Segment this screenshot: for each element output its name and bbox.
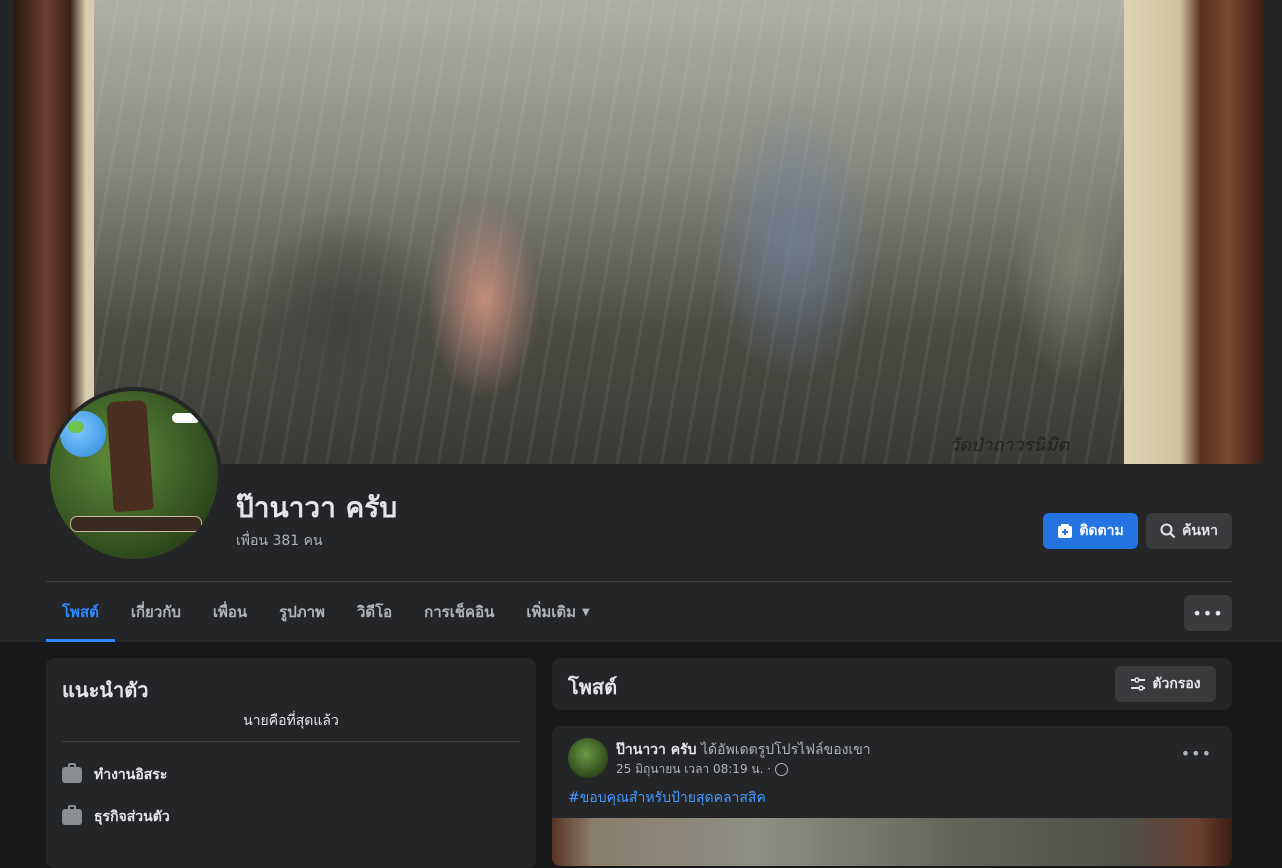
post-meta: 25 มิถุนายน เวลา 08:19 น. · <box>616 760 789 779</box>
intro-divider <box>62 741 520 742</box>
intro-card: แนะนำตัว นายคือที่สุดแล้ว ทำงานอิสระ ธุร… <box>46 658 536 868</box>
tab-checkins[interactable]: การเช็คอิน <box>408 582 510 642</box>
tab-videos[interactable]: วิดีโอ <box>341 582 408 642</box>
globe-icon <box>775 763 789 776</box>
tab-photos-label: รูปภาพ <box>279 603 325 621</box>
post-action-text: ได้อัพเดตรูปโปรไฟล์ของเขา <box>701 742 871 758</box>
tab-about-label: เกี่ยวกับ <box>130 603 181 621</box>
intro-item-work: ทำงานอิสระ <box>62 763 168 786</box>
cover-photo[interactable]: วัดป่าถาวรนิมิต <box>14 0 1264 464</box>
briefcase-icon <box>62 763 82 783</box>
search-button[interactable]: ค้นหา <box>1146 513 1232 549</box>
tab-more[interactable]: เพิ่มเติม ▼ <box>510 582 605 642</box>
wooden-board <box>70 516 202 532</box>
intro-title: แนะนำตัว <box>62 678 149 702</box>
tab-checkins-label: การเช็คอิน <box>424 603 495 621</box>
tab-posts[interactable]: โพสต์ <box>46 582 115 642</box>
follow-button[interactable]: ติดตาม <box>1043 513 1138 549</box>
follow-icon <box>1058 524 1073 538</box>
tab-more-label: เพิ่มเติม <box>526 603 577 621</box>
intro-item-label: ธุรกิจส่วนตัว <box>94 809 170 825</box>
cover-photo-image <box>94 0 1154 464</box>
friends-count[interactable]: เพื่อน 381 คน <box>236 530 323 552</box>
tab-friends-label: เพื่อน <box>212 603 248 621</box>
filter-label: ตัวกรอง <box>1152 676 1201 692</box>
post-timestamp[interactable]: 25 มิถุนายน เวลา 08:19 น. · <box>616 760 771 779</box>
post-image[interactable] <box>552 818 1232 866</box>
intro-bio: นายคือที่สุดแล้ว <box>243 713 339 729</box>
post-hashtag[interactable]: #ขอบคุณสำหรับป้ายสุดคลาสสิค <box>568 787 766 809</box>
tab-photos[interactable]: รูปภาพ <box>263 582 341 642</box>
post-author-avatar[interactable] <box>568 738 608 778</box>
tab-videos-label: วิดีโอ <box>356 603 393 621</box>
profile-avatar[interactable] <box>46 387 222 563</box>
tab-posts-label: โพสต์ <box>62 603 99 621</box>
profile-name: ป๊านาวา ครับ <box>236 491 398 524</box>
wooden-sign <box>106 399 154 513</box>
cover-frame-right <box>1124 0 1264 464</box>
follow-label: ติดตาม <box>1079 523 1124 539</box>
posts-header-card: โพสต์ ตัวกรอง <box>552 658 1232 710</box>
filter-icon <box>1131 677 1146 691</box>
post-author-name[interactable]: ป๊านาวา ครับ <box>616 742 697 758</box>
post-card: ป๊านาวา ครับ ได้อัพเดตรูปโปรไฟล์ของเขา 2… <box>552 726 1232 866</box>
profile-tabs: โพสต์ เกี่ยวกับ เพื่อน รูปภาพ วิดีโอ การ… <box>46 582 606 642</box>
intro-item-label: ทำงานอิสระ <box>94 767 168 783</box>
cover-frame-left <box>14 0 94 464</box>
posts-title: โพสต์ <box>568 675 618 699</box>
search-icon <box>1160 523 1176 539</box>
intro-item-business: ธุรกิจส่วนตัว <box>62 805 170 828</box>
briefcase-icon <box>62 805 82 825</box>
cover-caption: วัดป่าถาวรนิมิต <box>949 435 1069 456</box>
filter-button[interactable]: ตัวกรอง <box>1115 666 1216 702</box>
search-label: ค้นหา <box>1181 523 1219 539</box>
tab-friends[interactable]: เพื่อน <box>197 582 263 642</box>
caret-down-icon: ▼ <box>582 606 590 618</box>
earth-sticker-icon <box>60 411 106 457</box>
avatar-image <box>50 391 218 559</box>
post-header: ป๊านาวา ครับ ได้อัพเดตรูปโปรไฟล์ของเขา <box>616 739 871 761</box>
cloud-icon <box>172 413 200 423</box>
more-options-button[interactable]: ••• <box>1184 595 1232 631</box>
post-menu-button[interactable]: ••• <box>1181 744 1212 763</box>
tab-about[interactable]: เกี่ยวกับ <box>115 582 197 642</box>
